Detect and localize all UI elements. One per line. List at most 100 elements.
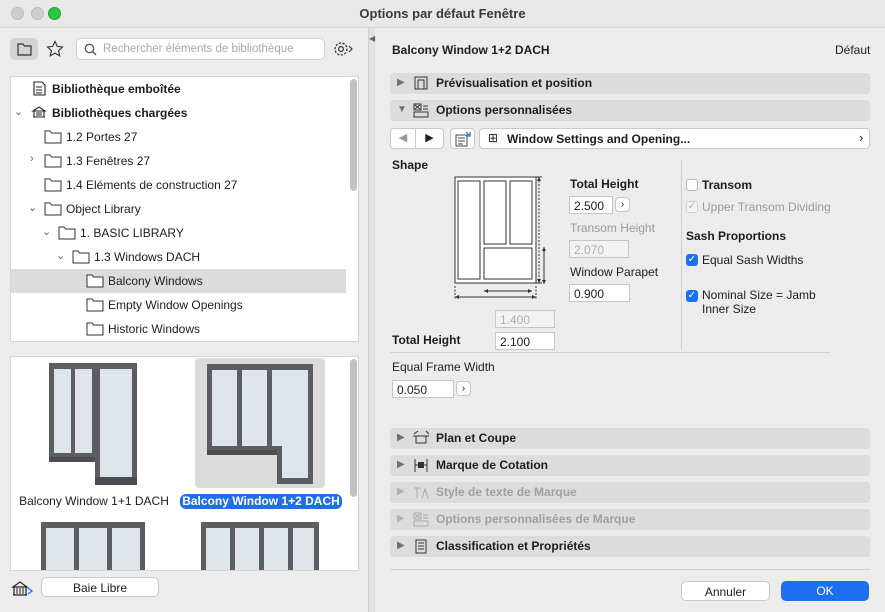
chevron-down-icon[interactable]: ⌄ [28, 201, 37, 214]
column-divider [681, 160, 682, 350]
folder-view-button[interactable] [10, 38, 38, 60]
tree-label: Balcony Windows [108, 274, 203, 288]
nominal-size-label-line2: Inner Size [702, 302, 757, 316]
favorites-button[interactable] [41, 38, 69, 60]
library-building-icon [11, 581, 34, 596]
thumbnail-balcony-1-2[interactable] [195, 358, 325, 488]
page-dropdown-value: Window Settings and Opening... [507, 132, 691, 146]
transom-height-input[interactable]: 2.070 [569, 240, 629, 258]
chevron-right-icon: ▶ [397, 540, 405, 551]
transom-checkbox[interactable] [686, 179, 698, 191]
window-preview-image [49, 363, 137, 485]
baie-libre-button[interactable]: Baie Libre [41, 577, 159, 597]
thumbnail-row2-b[interactable] [195, 518, 325, 570]
previous-page-button[interactable]: ◀ [390, 128, 416, 149]
library-footer: Baie Libre [0, 571, 369, 612]
total-height-input[interactable]: 2.500 [569, 196, 613, 214]
section-label: Plan et Coupe [436, 431, 517, 445]
chevron-down-icon[interactable]: ⌄ [56, 249, 65, 262]
library-manager-button[interactable] [10, 577, 36, 599]
tree-item-construction[interactable]: 1.4 Eléments de construction 27 [11, 173, 346, 197]
tree-label: Empty Window Openings [108, 298, 243, 312]
tree-item-object-library[interactable]: ⌄ Object Library [11, 197, 346, 221]
equal-sash-label: Equal Sash Widths [702, 253, 804, 267]
section-custom-options[interactable]: ▼ Options personnalisées [390, 100, 870, 121]
tree-item-basic-library[interactable]: ⌄ 1. BASIC LIBRARY [11, 221, 346, 245]
next-page-button[interactable]: ▶ [416, 128, 444, 149]
frame-width-label: Equal Frame Width [392, 360, 495, 374]
tree-item-historic-windows[interactable]: Historic Windows [11, 317, 346, 341]
window-preview-image [41, 522, 145, 570]
ok-button[interactable]: OK [781, 581, 869, 601]
library-panel: Rechercher éléments de bibliothèque Bibl… [0, 28, 369, 612]
thumbnails-scrollbar[interactable] [350, 359, 357, 497]
thumbnail-balcony-1-1[interactable] [29, 359, 159, 489]
custom-options-icon [413, 512, 429, 527]
tree-item-loaded-libraries[interactable]: ⌄ Bibliothèques chargées [11, 101, 346, 125]
tree-scrollbar[interactable] [350, 79, 357, 191]
total-height-stepper[interactable]: › [615, 197, 630, 212]
frame-width-stepper[interactable]: › [456, 381, 471, 396]
section-classification[interactable]: ▶ Classification et Propriétés [390, 536, 870, 557]
bottom-total-height-label: Total Height [392, 333, 461, 347]
library-building-icon [33, 81, 46, 96]
folder-icon [86, 298, 104, 312]
shape-divider [390, 352, 830, 353]
shape-label: Shape [392, 158, 429, 172]
library-building-icon [31, 106, 47, 118]
settings-panel: Balcony Window 1+2 DACH Défaut ▶ Prévisu… [375, 28, 885, 612]
folder-icon [72, 250, 90, 264]
tree-item-nested-library[interactable]: Bibliothèque emboîtée [11, 77, 346, 101]
tree-item-balcony-windows[interactable]: Balcony Windows [11, 269, 346, 293]
upper-transom-checkbox[interactable]: ✓ [686, 201, 698, 213]
tree-item-portes[interactable]: 1.2 Portes 27 [11, 125, 346, 149]
section-preview-position[interactable]: ▶ Prévisualisation et position [390, 73, 870, 94]
chevron-down-icon: ⌄ [14, 106, 24, 118]
section-label: Options personnalisées [436, 103, 573, 117]
library-settings-button[interactable] [331, 38, 357, 60]
section-label: Prévisualisation et position [436, 76, 593, 90]
window-parapet-input[interactable]: 0.900 [569, 284, 630, 302]
tree-label: 1.4 Eléments de construction 27 [66, 178, 238, 192]
bottom-total-height-input[interactable]: 2.100 [495, 332, 555, 350]
tree-item-fenetres[interactable]: › 1.3 Fenêtres 27 [11, 149, 346, 173]
document-list-icon [415, 539, 427, 554]
section-label: Style de texte de Marque [436, 485, 577, 499]
section-label: Options personnalisées de Marque [436, 512, 636, 526]
default-label: Défaut [835, 43, 871, 57]
star-icon [46, 40, 64, 57]
custom-options-icon [413, 103, 429, 118]
folder-icon [86, 322, 104, 336]
library-search-input[interactable]: Rechercher éléments de bibliothèque [76, 38, 325, 60]
tree-label: Bibliothèque emboîtée [52, 82, 181, 96]
footer-divider [390, 569, 870, 570]
chevron-right-icon: › [859, 130, 864, 145]
total-height-label: Total Height [570, 177, 639, 191]
library-tree: Bibliothèque emboîtée ⌄ Bibliothèques ch… [10, 76, 359, 342]
frame-width-input[interactable]: 0.050 [392, 380, 454, 398]
gear-icon [334, 42, 353, 56]
cancel-button[interactable]: Annuler [681, 581, 770, 601]
tree-label: 1.3 Fenêtres 27 [66, 154, 151, 168]
thumbnail-label: Balcony Window 1+1 DACH [19, 494, 169, 508]
equal-sash-checkbox[interactable]: ✓ [686, 254, 698, 266]
section-plan-coupe[interactable]: ▶ Plan et Coupe [390, 428, 870, 449]
thumbnail-row2-a[interactable] [29, 518, 159, 570]
width-input[interactable]: 1.400 [495, 310, 555, 328]
section-label: Classification et Propriétés [436, 539, 591, 553]
chevron-right-icon: ▶ [397, 432, 405, 443]
chevron-down-icon: ▼ [397, 104, 407, 115]
thumbnail-label-selected: Balcony Window 1+2 DACH [180, 494, 342, 509]
section-marque-cotation[interactable]: ▶ Marque de Cotation [390, 455, 870, 476]
tree-item-windows-dach[interactable]: ⌄ 1.3 Windows DACH [11, 245, 346, 269]
search-placeholder: Rechercher éléments de bibliothèque [103, 43, 294, 55]
tree-label: 1.2 Portes 27 [66, 130, 138, 144]
chevron-right-icon[interactable]: › [30, 153, 34, 165]
tree-item-empty-openings[interactable]: Empty Window Openings [11, 293, 346, 317]
nominal-size-checkbox[interactable]: ✓ [686, 290, 698, 302]
section-marker-text-style: ▶ Style de texte de Marque [390, 482, 870, 503]
chevron-down-icon[interactable]: ⌄ [42, 225, 51, 238]
page-dropdown[interactable]: ⊞ Window Settings and Opening... › [479, 128, 870, 149]
plan-section-icon [413, 430, 430, 444]
page-list-button[interactable] [450, 128, 475, 149]
